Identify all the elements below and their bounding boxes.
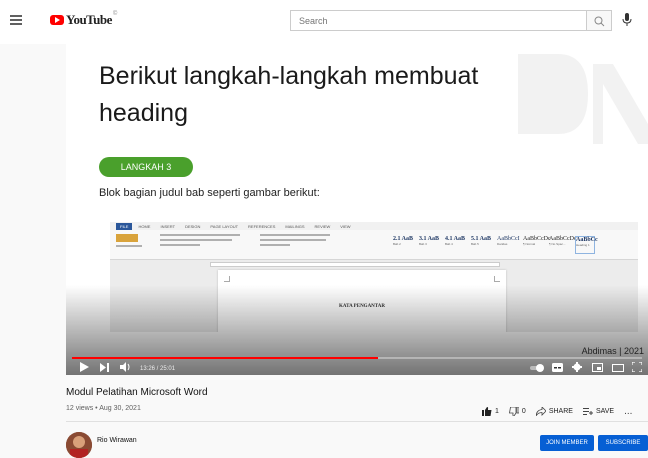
word-tab: REFERENCES bbox=[248, 223, 276, 229]
volume-icon[interactable] bbox=[120, 362, 131, 372]
slide-watermark: Abdimas | 2021 bbox=[581, 346, 644, 356]
style-item-selected: AaBbCc Heading 1 bbox=[575, 236, 598, 254]
word-tab: MAILINGS bbox=[285, 223, 305, 229]
more-actions-button[interactable]: ... bbox=[624, 406, 632, 417]
join-button[interactable]: JOIN MEMBER bbox=[540, 435, 594, 451]
clipboard-group bbox=[116, 234, 146, 254]
theater-mode-icon[interactable] bbox=[612, 364, 624, 372]
like-count: 1 bbox=[495, 407, 499, 415]
word-ribbon-tabs: FILE HOME INSERT DESIGN PAGE LAYOUT REFE… bbox=[110, 222, 638, 230]
channel-avatar[interactable] bbox=[66, 432, 92, 458]
font-group bbox=[160, 234, 245, 254]
search-icon bbox=[594, 16, 605, 27]
word-tab: VIEW bbox=[340, 223, 351, 229]
style-item: 4.1 AaB Bab 4 bbox=[445, 236, 466, 246]
video-meta: 12 views • Aug 30, 2021 bbox=[66, 405, 141, 412]
divider bbox=[66, 421, 648, 422]
video-actions: 1 0 SHARE SAVE ... bbox=[482, 404, 632, 418]
avatar-image bbox=[66, 432, 92, 458]
word-tab-file: FILE bbox=[116, 222, 133, 230]
play-icon[interactable] bbox=[80, 362, 89, 372]
mic-icon[interactable] bbox=[622, 13, 632, 27]
youtube-play-icon bbox=[50, 15, 64, 25]
top-bar: YouTube © bbox=[0, 0, 648, 44]
time-display: 13:26 / 25:01 bbox=[140, 366, 176, 372]
word-ribbon: 2.1 AaB Bab 2 3.1 AaB Bab 3 4.1 AaB Bab 4 5… bbox=[110, 230, 638, 260]
subscribe-button[interactable]: SUBSCRIBE bbox=[598, 435, 648, 451]
thumbs-down-icon bbox=[508, 406, 519, 416]
paragraph-group bbox=[260, 234, 335, 254]
slide-decoration bbox=[518, 54, 648, 144]
autoplay-toggle-icon[interactable] bbox=[530, 364, 544, 372]
like-button[interactable]: 1 bbox=[482, 406, 499, 416]
share-button[interactable]: SHARE bbox=[535, 406, 573, 416]
search-box bbox=[290, 10, 587, 31]
channel-name[interactable]: Rio Wirawan bbox=[97, 437, 137, 444]
dislike-count: 0 bbox=[521, 407, 526, 415]
add-to-playlist-icon bbox=[582, 408, 593, 415]
next-icon[interactable] bbox=[100, 363, 109, 372]
share-label: SHARE bbox=[548, 407, 573, 415]
style-item: AaBbCcDc ¶ Normal bbox=[523, 236, 551, 246]
video-player[interactable]: Berikut langkah-langkah membuat heading … bbox=[66, 44, 648, 375]
slide-body-text: Blok bagian judul bab seperti gambar ber… bbox=[99, 187, 320, 199]
player-controls: 13:26 / 25:01 bbox=[66, 359, 648, 375]
logo-text: YouTube bbox=[66, 12, 112, 27]
save-button[interactable]: SAVE bbox=[582, 407, 615, 415]
style-item: 5.1 AaB Bab 5 bbox=[471, 236, 492, 246]
menu-icon[interactable] bbox=[10, 15, 22, 25]
word-tab: HOME bbox=[138, 223, 151, 229]
video-title: Modul Pelatihan Microsoft Word bbox=[66, 387, 208, 398]
settings-gear-icon[interactable] bbox=[572, 362, 582, 372]
word-tab: DESIGN bbox=[185, 223, 201, 229]
logo-suffix: © bbox=[112, 11, 118, 17]
word-tab: INSERT bbox=[160, 223, 176, 229]
style-item: 3.1 AaB Bab 3 bbox=[419, 236, 440, 246]
word-ruler bbox=[210, 262, 500, 267]
step-badge: LANGKAH 3 bbox=[99, 157, 193, 177]
save-label: SAVE bbox=[595, 407, 615, 415]
thumbs-up-icon bbox=[482, 406, 492, 416]
dislike-button[interactable]: 0 bbox=[508, 406, 526, 416]
slide-title: Berikut langkah-langkah membuat heading bbox=[99, 62, 479, 127]
word-tab: REVIEW bbox=[314, 223, 331, 229]
search-button[interactable] bbox=[587, 10, 612, 31]
style-item: AaBbCcI Daridas bbox=[497, 236, 520, 246]
word-tab: PAGE LAYOUT bbox=[210, 223, 239, 229]
style-item: AaBbCcDc ¶ No Spac... bbox=[549, 236, 577, 246]
miniplayer-icon[interactable] bbox=[592, 363, 603, 372]
subtitles-icon[interactable] bbox=[552, 363, 563, 372]
search-input[interactable] bbox=[291, 11, 586, 31]
styles-gallery: 2.1 AaB Bab 2 3.1 AaB Bab 3 4.1 AaB Bab 4 5… bbox=[393, 236, 598, 254]
style-item: 2.1 AaB Bab 2 bbox=[393, 236, 414, 246]
fullscreen-icon[interactable] bbox=[632, 362, 642, 372]
youtube-logo[interactable]: YouTube © bbox=[50, 11, 118, 28]
share-icon bbox=[535, 406, 546, 416]
